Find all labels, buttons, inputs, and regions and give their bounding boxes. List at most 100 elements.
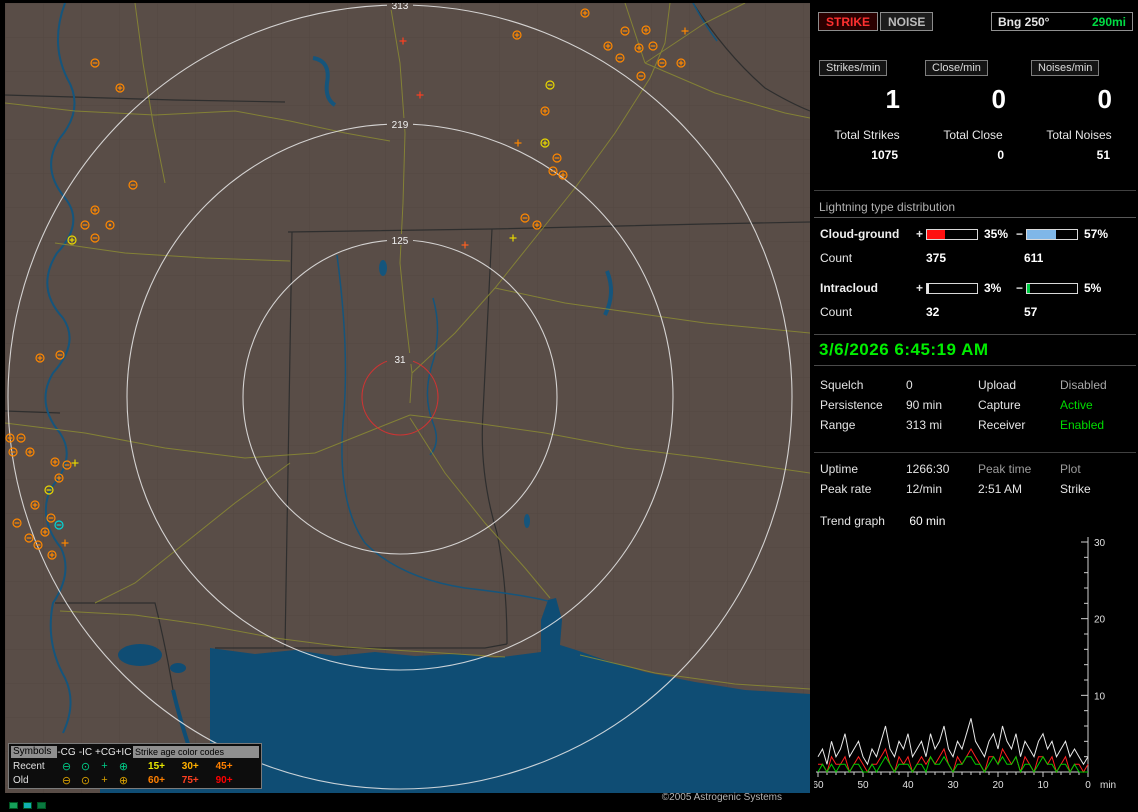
total-noises-label: Total Noises — [1046, 128, 1112, 142]
side-panel: STRIKE NOISE Bng 250° 290mi Strikes/min … — [814, 4, 1136, 810]
divider — [814, 452, 1136, 453]
legend-old-row: Old ⊖ ⊙ + ⊕ 60+ 75+ 90+ — [11, 773, 259, 787]
count-label: Count — [820, 305, 853, 319]
ic-negative-bar — [1026, 282, 1078, 294]
total-close-label: Total Close — [943, 128, 1003, 142]
peak-time-label: Peak time — [978, 462, 1032, 476]
tray-icon[interactable] — [23, 802, 32, 809]
intracloud-count-row: Count 32 57 — [814, 304, 1136, 320]
squelch-label: Squelch — [820, 378, 864, 392]
total-close-value: 0 — [997, 148, 1004, 162]
strike-map[interactable]: 313 219 125 31 Symbols -CG -IC +CG +IC Stri… — [5, 3, 810, 793]
bearing-value: Bng 250° — [998, 14, 1050, 29]
legend-recent-row: Recent ⊖ ⊙ + ⊕ 15+ 30+ 45+ — [11, 759, 259, 773]
minus-sign: − — [1016, 281, 1024, 295]
ic-positive-bar — [926, 282, 978, 294]
legend-col-pcg: +CG — [95, 746, 116, 758]
x-unit-label: min — [1100, 780, 1116, 791]
range-label: Range — [820, 418, 856, 432]
trend-chart: 10 20 30 60 50 40 30 20 10 0 min — [814, 537, 1116, 791]
x-tick-label: 50 — [857, 780, 869, 791]
cg-negative-bar — [1026, 228, 1078, 240]
legend-symbols-header: Symbols — [11, 746, 57, 758]
ic-positive-pct: 3% — [984, 281, 1002, 295]
close-per-min-value: 0 — [991, 84, 1006, 114]
cg-positive-count: 375 — [926, 251, 947, 265]
trend-graph-label: Trend graph — [820, 514, 885, 528]
cloud-ground-row: Cloud-ground + 35% − 57% — [814, 226, 1136, 242]
ic-negative-pct: 5% — [1084, 281, 1102, 295]
strikes-per-min-label: Strikes/min — [819, 60, 888, 76]
legend-col-nic: -IC — [78, 746, 93, 758]
total-strikes-value: 1075 — [871, 148, 898, 162]
total-value-row: 1075 0 51 — [814, 148, 1136, 162]
status-grid: Squelch 0 Upload Disabled Persistence 90… — [814, 378, 1136, 433]
x-tick-label: 20 — [992, 780, 1004, 791]
trend-series-cloud-ground — [818, 747, 1089, 774]
plus-sign: + — [916, 227, 924, 241]
x-tick-label: 60 — [814, 780, 824, 791]
age-codes-old: 60+ 75+ 90+ — [133, 775, 259, 786]
recent-pic-icon: ⊕ — [118, 760, 129, 773]
close-per-min-label: Close/min — [925, 60, 988, 76]
bearing-distance: 290mi — [1091, 14, 1126, 29]
age-60: 60+ — [148, 774, 165, 786]
total-strikes-label: Total Strikes — [834, 128, 900, 142]
noises-per-min-label: Noises/min — [1031, 60, 1100, 76]
range-value: 313 mi — [906, 418, 943, 432]
old-ncg-icon: ⊖ — [61, 774, 72, 787]
x-tick-label: 40 — [902, 780, 914, 791]
age-75: 75+ — [181, 774, 199, 786]
uptime-value: 1266:30 — [906, 462, 950, 476]
trend-series-intracloud — [817, 755, 1088, 774]
ring-label-31: 31 — [394, 355, 406, 366]
map-canvas: 313 219 125 31 — [5, 3, 810, 793]
legend-old-label: Old — [13, 774, 29, 786]
y-tick-label: 30 — [1094, 538, 1106, 549]
cloud-ground-count-row: Count 375 611 — [814, 250, 1136, 266]
minus-sign: − — [1016, 227, 1024, 241]
count-label: Count — [820, 251, 853, 265]
total-noises-value: 51 — [1096, 148, 1110, 162]
old-pcg-icon: + — [101, 774, 108, 786]
legend-col-pic: +IC — [115, 746, 132, 758]
strike-indicator-button[interactable]: STRIKE — [818, 12, 879, 31]
noise-indicator-button[interactable]: NOISE — [880, 12, 934, 31]
capture-label: Capture — [978, 398, 1021, 412]
rate-value-row: 1 0 0 — [814, 84, 1136, 115]
session-grid: Uptime 1266:30 Peak time Plot Peak rate … — [814, 462, 1136, 497]
map-legend: Symbols -CG -IC +CG +IC Strike age color… — [8, 743, 262, 789]
cg-positive-pct: 35% — [984, 227, 1009, 241]
legend-age-header: Strike age color codes — [133, 746, 259, 758]
recent-pcg-icon: + — [101, 760, 108, 772]
ic-positive-count: 32 — [926, 305, 940, 319]
tray-icon[interactable] — [9, 802, 18, 809]
trend-graph-value: 60 min — [909, 514, 946, 528]
distribution-title: Lightning type distribution — [814, 200, 1136, 218]
age-codes-recent: 15+ 30+ 45+ — [133, 761, 259, 772]
squelch-value: 0 — [906, 378, 913, 392]
age-30: 30+ — [181, 760, 199, 772]
age-15: 15+ — [148, 760, 165, 772]
recent-ncg-icon: ⊖ — [61, 760, 72, 773]
tray-icon[interactable] — [37, 802, 46, 809]
plot-value: Strike — [1060, 482, 1091, 496]
ring-label-125: 125 — [392, 236, 409, 247]
age-45: 45+ — [215, 760, 233, 772]
age-90: 90+ — [215, 774, 233, 786]
total-label-row: Total Strikes Total Close Total Noises — [814, 128, 1136, 142]
intracloud-row: Intracloud + 3% − 5% — [814, 280, 1136, 296]
upload-value: Disabled — [1060, 378, 1107, 392]
intracloud-label: Intracloud — [820, 281, 879, 295]
recent-nic-icon: ⊙ — [80, 760, 91, 773]
peak-rate-value: 12/min — [906, 482, 943, 496]
legend-header-row: Symbols -CG -IC +CG +IC Strike age color… — [11, 745, 259, 759]
x-tick-label: 10 — [1037, 780, 1049, 791]
x-tick-label: 0 — [1085, 780, 1091, 791]
ic-negative-count: 57 — [1024, 305, 1038, 319]
y-tick-label: 10 — [1094, 691, 1106, 702]
bearing-readout: Bng 250° 290mi — [991, 12, 1133, 31]
divider — [814, 190, 1136, 191]
noises-per-min-value: 0 — [1097, 84, 1112, 114]
copyright-text: ©2005 Astrogenic Systems — [661, 792, 782, 803]
